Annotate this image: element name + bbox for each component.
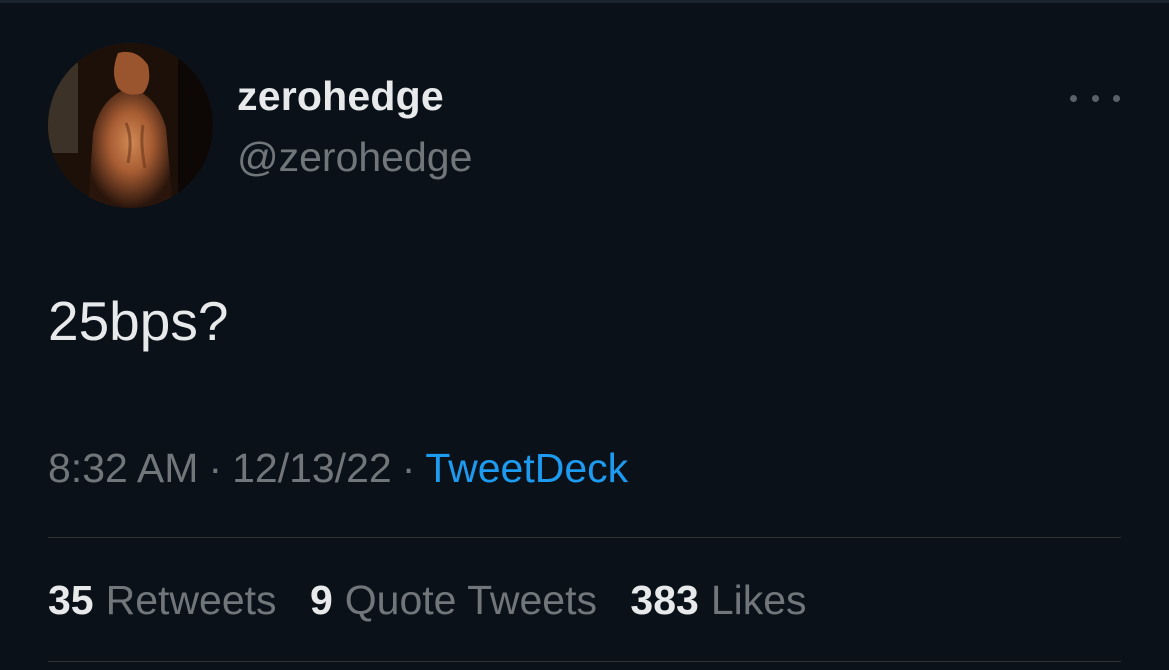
tweet-time[interactable]: 8:32 AM (48, 445, 198, 491)
tweet-text: 25bps? (48, 290, 229, 352)
divider (48, 661, 1121, 662)
more-dot (1113, 94, 1120, 102)
tweet-metadata: 8:32 AM · 12/13/22 · TweetDeck (48, 445, 628, 492)
author-display-name[interactable]: zerohedge (237, 73, 444, 120)
avatar-photo (48, 43, 213, 208)
likes-stat[interactable]: 383 Likes (630, 577, 806, 623)
meta-separator: · (401, 445, 416, 491)
divider (48, 537, 1121, 538)
author-handle[interactable]: @zerohedge (237, 134, 472, 181)
likes-count: 383 (630, 577, 699, 623)
retweets-stat[interactable]: 35 Retweets (48, 577, 277, 623)
quote-tweets-count: 9 (309, 577, 333, 623)
tweet-date[interactable]: 12/13/22 (232, 445, 392, 491)
likes-label: Likes (710, 577, 807, 623)
quote-tweets-stat[interactable]: 9 Quote Tweets (310, 577, 597, 623)
retweets-label: Retweets (105, 577, 277, 623)
tweet-source-link[interactable]: TweetDeck (425, 445, 628, 491)
retweets-count: 35 (48, 577, 94, 623)
quote-tweets-label: Quote Tweets (344, 577, 597, 623)
meta-separator: · (208, 445, 223, 491)
tweet-stats: 35 Retweets 9 Quote Tweets 383 Likes (48, 577, 829, 624)
more-dot (1091, 94, 1099, 102)
more-dot (1070, 94, 1077, 102)
avatar[interactable] (48, 43, 213, 208)
tweet-detail: zerohedge @zerohedge 25bps? 8:32 AM · 12/1… (0, 0, 1169, 670)
more-options-icon[interactable] (1070, 83, 1120, 113)
